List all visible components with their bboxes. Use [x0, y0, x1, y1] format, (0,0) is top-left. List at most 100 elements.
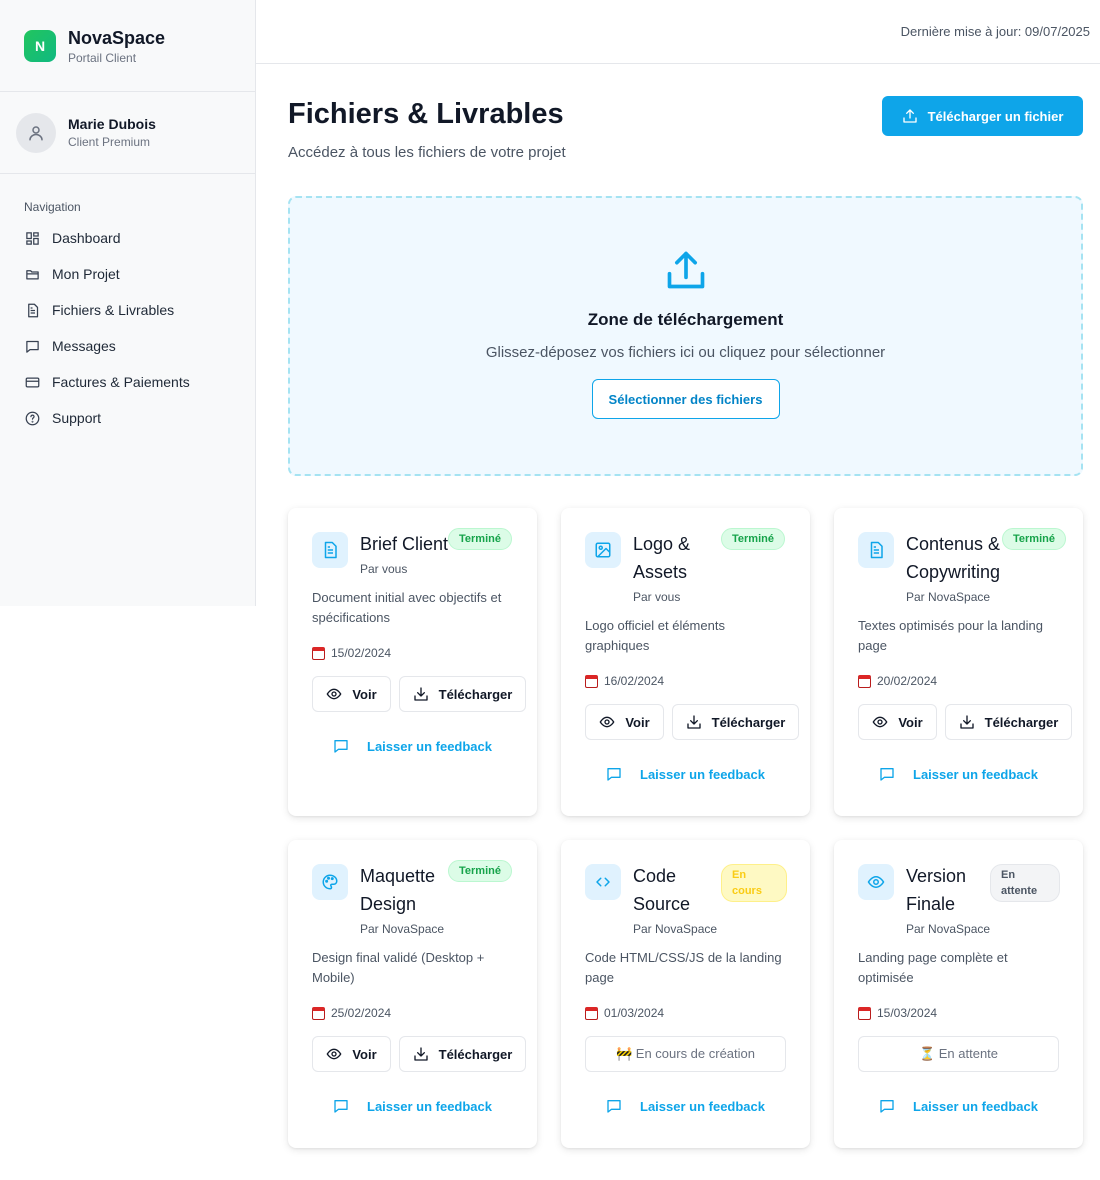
eye-icon — [326, 686, 342, 702]
file-date: 01/03/2024 — [585, 1006, 664, 1020]
sidebar-item-project[interactable]: Mon Projet — [0, 256, 255, 292]
view-button[interactable]: Voir — [312, 676, 391, 712]
message-icon — [24, 338, 40, 354]
date-text: 16/02/2024 — [604, 674, 665, 688]
feedback-link[interactable]: Laisser un feedback — [288, 1098, 537, 1114]
calendar-icon — [312, 1006, 325, 1020]
file-title: Version Finale — [906, 866, 967, 914]
file-description: Code HTML/CSS/JS de la landing page — [585, 950, 782, 985]
file-description: Document initial avec objectifs et spéci… — [312, 590, 502, 625]
feedback-label: Laisser un feedback — [367, 738, 492, 754]
file-date: 15/02/2024 — [312, 646, 391, 660]
upload-icon — [290, 248, 1081, 292]
sidebar-item-label: Fichiers & Livrables — [52, 302, 175, 318]
view-button[interactable]: Voir — [585, 704, 664, 740]
grid-icon — [24, 230, 40, 246]
file-description: Design final validé (Desktop + Mobile) — [312, 950, 485, 985]
eye-icon — [858, 864, 894, 900]
upload-dropzone[interactable]: Zone de téléchargement Glissez-déposez v… — [288, 196, 1083, 476]
upload-icon — [902, 108, 918, 124]
file-date: 25/02/2024 — [312, 1006, 391, 1020]
feedback-link[interactable]: Laisser un feedback — [834, 1098, 1083, 1114]
file-icon — [24, 302, 40, 318]
sidebar-item-label: Dashboard — [52, 230, 121, 246]
status-badge: Terminé — [448, 528, 512, 550]
status-badge: En attente — [990, 864, 1060, 902]
download-icon — [413, 1046, 429, 1062]
sidebar: N NovaSpace Portail Client Marie Dubois … — [0, 0, 256, 606]
sidebar-item-dashboard[interactable]: Dashboard — [0, 220, 255, 256]
sidebar-item-label: Mon Projet — [52, 266, 120, 282]
message-icon — [606, 1098, 622, 1114]
status-badge: En cours — [721, 864, 787, 902]
feedback-link[interactable]: Laisser un feedback — [288, 738, 537, 754]
file-title: Maquette Design — [360, 866, 436, 914]
brand-subtitle: Portail Client — [68, 50, 137, 65]
brand: N NovaSpace Portail Client — [0, 0, 255, 92]
feedback-label: Laisser un feedback — [913, 1098, 1038, 1114]
download-icon — [959, 714, 975, 730]
dropzone-subtitle: Glissez-déposez vos fichiers ici ou cliq… — [485, 344, 886, 361]
brand-logo: N — [24, 29, 56, 62]
brand-name: NovaSpace — [68, 27, 166, 48]
last-updated: Dernière mise à jour: 09/07/2025 — [900, 24, 1090, 39]
sidebar-item-label: Messages — [52, 338, 116, 354]
view-button[interactable]: Voir — [312, 1036, 391, 1072]
feedback-label: Laisser un feedback — [640, 766, 765, 782]
top-bar: Dernière mise à jour: 09/07/2025 — [256, 0, 1100, 64]
file-author: Par NovaSpace — [906, 922, 991, 936]
user-icon — [29, 125, 43, 140]
feedback-link[interactable]: Laisser un feedback — [561, 1098, 810, 1114]
download-button[interactable]: Télécharger — [945, 704, 1072, 740]
document-icon — [312, 532, 348, 568]
download-button[interactable]: Télécharger — [672, 704, 799, 740]
file-card-design: Maquette Design Terminé Par NovaSpace De… — [288, 840, 537, 1148]
credit-card-icon — [24, 374, 40, 390]
file-date: 15/03/2024 — [858, 1006, 937, 1020]
feedback-label: Laisser un feedback — [913, 766, 1038, 782]
file-author: Par vous — [633, 590, 681, 604]
sidebar-item-messages[interactable]: Messages — [0, 328, 255, 364]
file-title: Brief Client — [360, 534, 449, 554]
date-text: 25/02/2024 — [331, 1006, 392, 1020]
select-files-button[interactable]: Sélectionner des fichiers — [591, 379, 780, 419]
message-icon — [333, 738, 349, 754]
feedback-link[interactable]: Laisser un feedback — [834, 766, 1083, 782]
eye-icon — [599, 714, 615, 730]
file-description: Logo officiel et éléments graphiques — [585, 618, 725, 653]
sidebar-nav: Dashboard Mon Projet Fichiers & Livrable… — [0, 220, 255, 436]
download-icon — [686, 714, 702, 730]
document-icon — [858, 532, 894, 568]
download-button[interactable]: Télécharger — [399, 1036, 526, 1072]
sidebar-item-files[interactable]: Fichiers & Livrables — [0, 292, 255, 328]
file-card-logo: Logo & Assets Terminé Par vous Logo offi… — [561, 508, 810, 816]
sidebar-item-invoices[interactable]: Factures & Paiements — [0, 364, 255, 400]
user-role: Client Premium — [68, 135, 151, 149]
file-description: Textes optimisés pour la landing page — [858, 618, 1043, 653]
help-circle-icon — [24, 410, 40, 426]
status-indicator: 🚧 En cours de création — [585, 1036, 786, 1072]
eye-icon — [872, 714, 888, 730]
avatar — [16, 112, 56, 153]
folder-icon — [24, 266, 40, 282]
palette-icon — [312, 864, 348, 900]
sidebar-item-support[interactable]: Support — [0, 400, 255, 436]
page-subtitle: Accédez à tous les fichiers de votre pro… — [288, 144, 566, 161]
file-author: Par NovaSpace — [906, 590, 991, 604]
download-label: Télécharger — [711, 714, 786, 730]
message-icon — [879, 1098, 895, 1114]
download-button[interactable]: Télécharger — [399, 676, 526, 712]
dropzone-title: Zone de téléchargement — [587, 310, 784, 329]
upload-file-button[interactable]: Télécharger un fichier — [882, 96, 1083, 136]
feedback-link[interactable]: Laisser un feedback — [561, 766, 810, 782]
user-profile[interactable]: Marie Dubois Client Premium — [0, 92, 255, 174]
view-button[interactable]: Voir — [858, 704, 937, 740]
download-label: Télécharger — [438, 1046, 513, 1062]
user-name: Marie Dubois — [68, 116, 156, 132]
file-card-code: Code Source En cours Par NovaSpace Code … — [561, 840, 810, 1148]
message-icon — [606, 766, 622, 782]
date-text: 15/03/2024 — [877, 1006, 938, 1020]
date-text: 20/02/2024 — [877, 674, 938, 688]
file-author: Par NovaSpace — [360, 922, 445, 936]
view-label: Voir — [352, 686, 377, 702]
